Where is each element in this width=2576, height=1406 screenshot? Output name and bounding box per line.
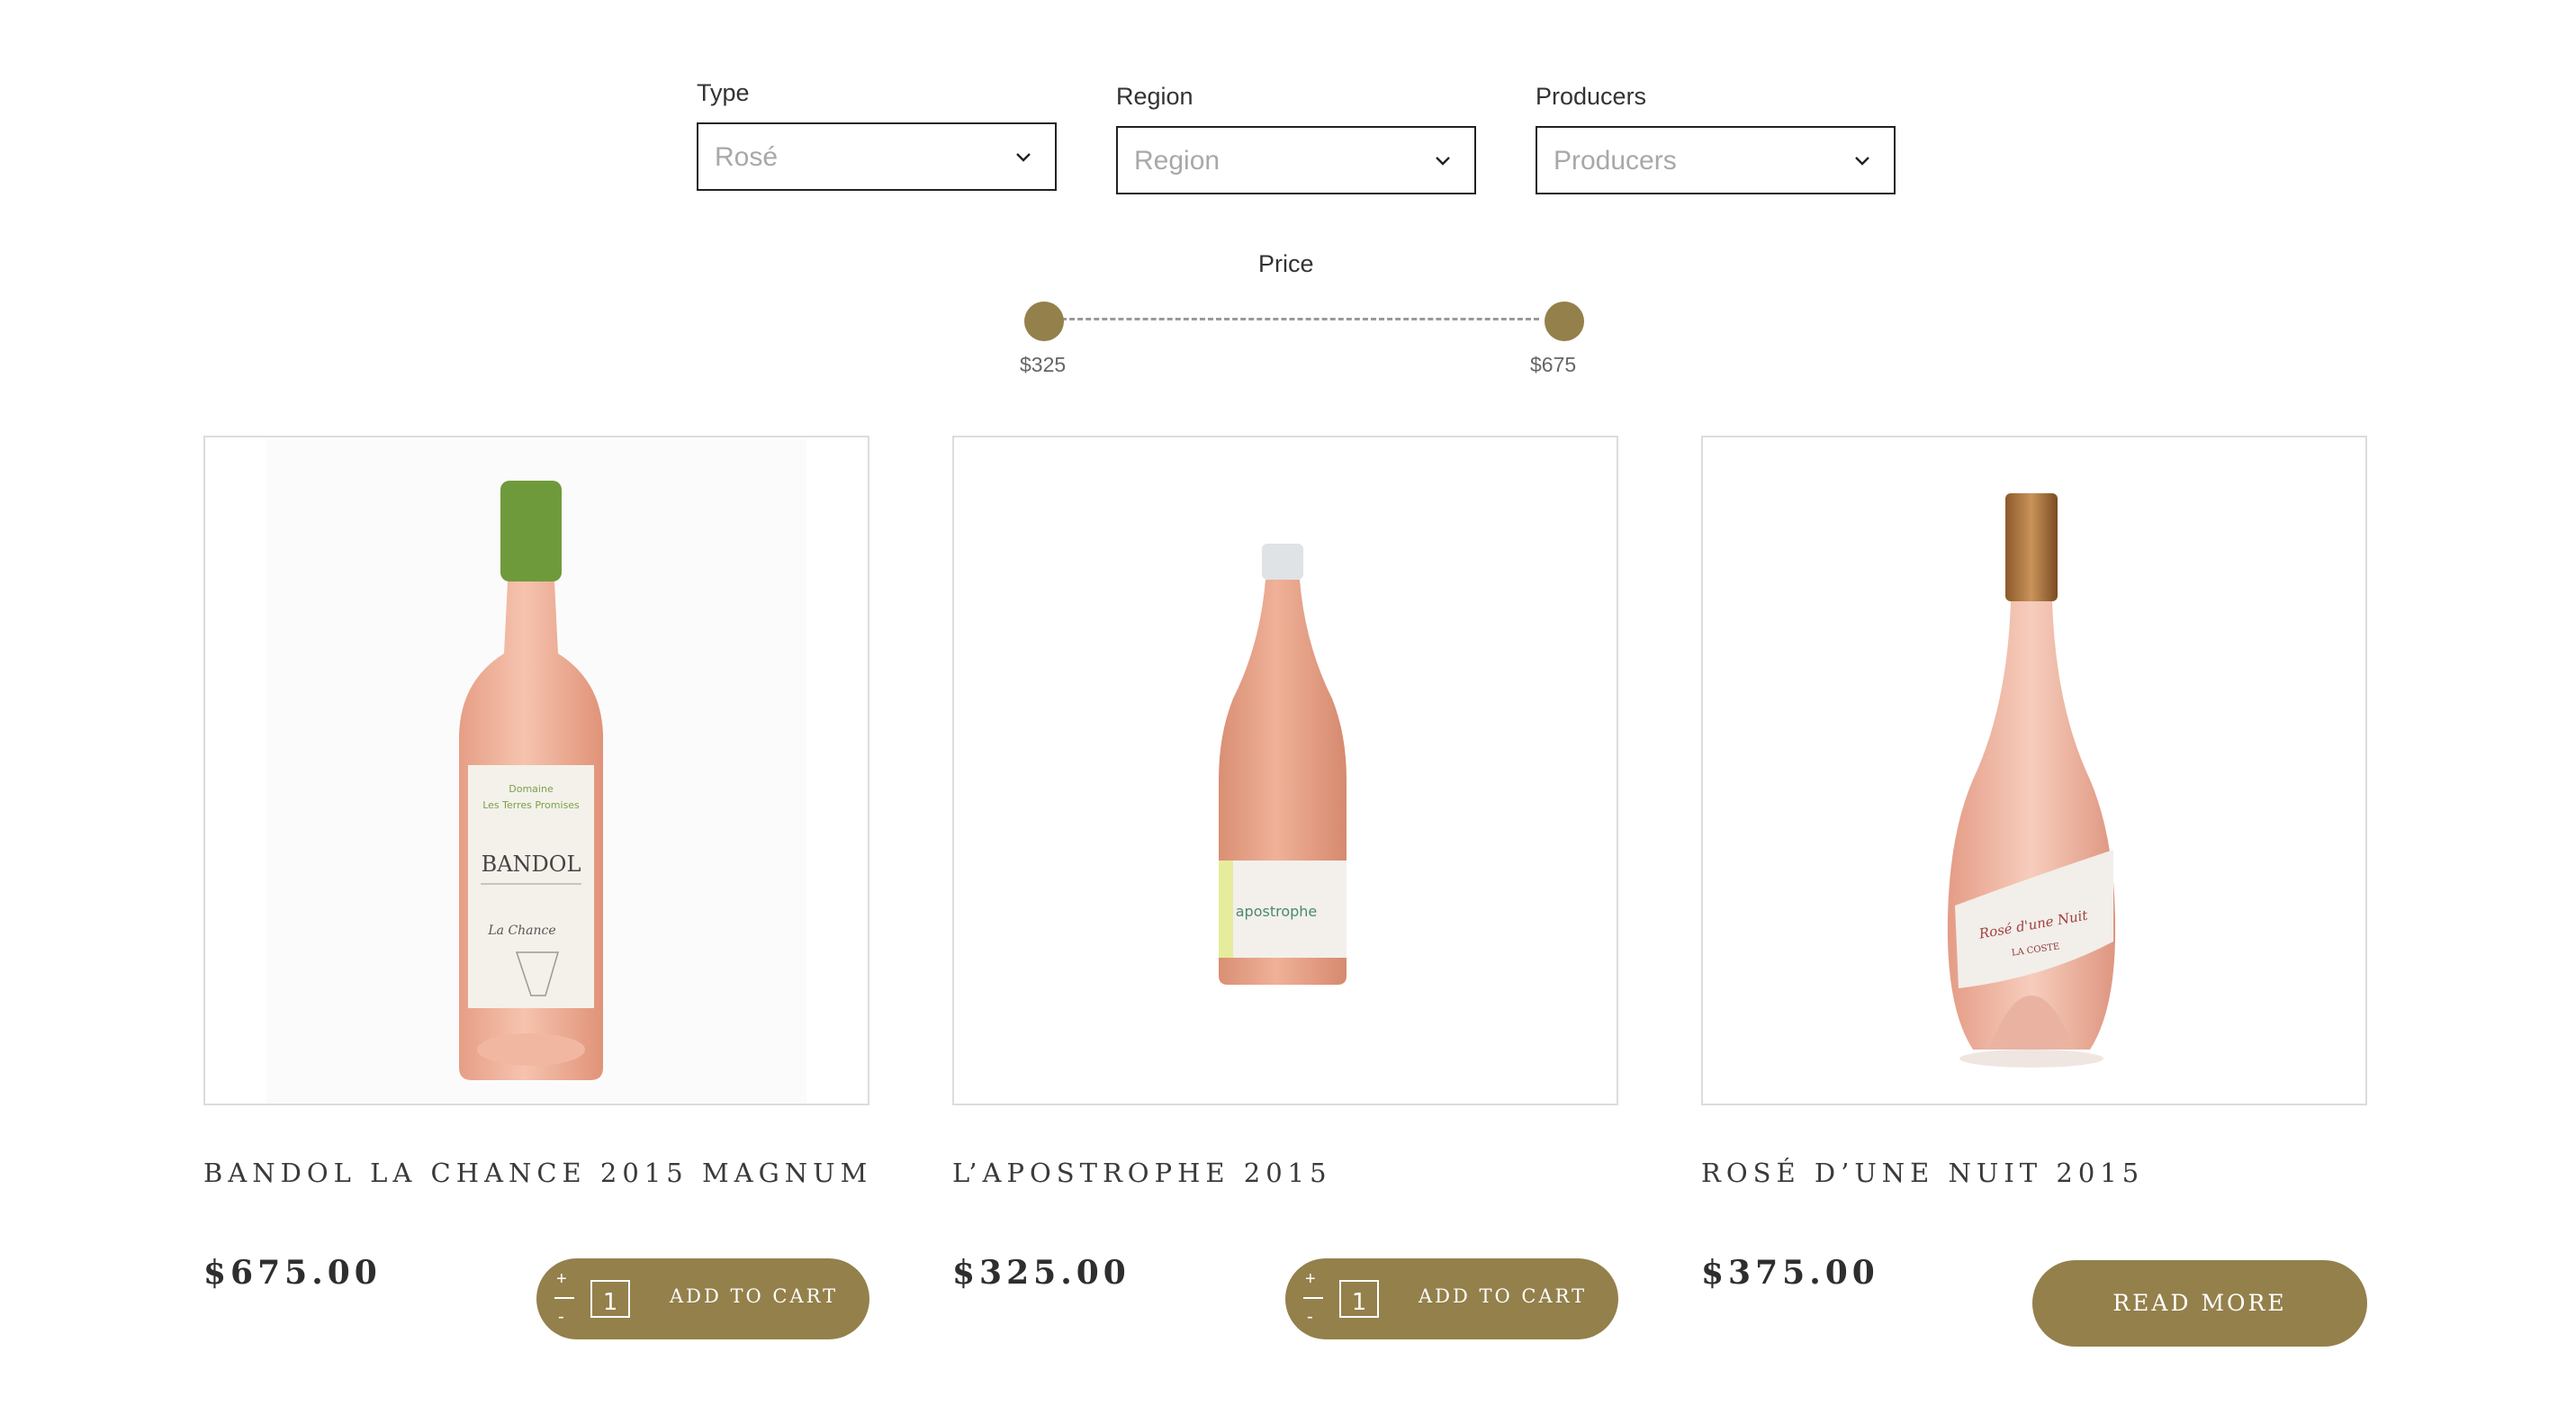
add-to-cart-control: + - 1 ADD TO CART [1285,1258,1618,1339]
wine-bottle-image: Rosé d'une Nuit LA COSTE [1947,493,2116,1068]
price-label: Price [1258,250,1314,277]
product-price: $375.00 [1701,1254,1879,1292]
add-to-cart-control: + - 1 ADD TO CART [536,1258,869,1339]
quantity-input[interactable]: 1 [590,1280,630,1318]
price-max-value: $675 [1530,353,1577,376]
product-image-bandol[interactable]: Domaine Les Terres Promises BANDOL La Ch… [203,436,869,1105]
product-image-rose-d-une-nuit[interactable]: Rosé d'une Nuit LA COSTE [1701,436,2367,1105]
stepper-divider [1303,1297,1323,1299]
product-title[interactable]: ROSÉ D’UNE NUIT 2015 [1701,1158,2144,1188]
producers-select[interactable]: Producers [1536,126,1896,194]
product-title[interactable]: BANDOL LA CHANCE 2015 MAGNUM [203,1158,872,1188]
wine-bottle-image: apostrophe [1219,544,1347,985]
bottle-label-text: La Chance [487,924,555,938]
price-slider-track[interactable] [1053,318,1539,320]
stepper-divider [554,1297,574,1299]
add-to-cart-button[interactable]: ADD TO CART [670,1285,838,1307]
add-to-cart-button[interactable]: ADD TO CART [1419,1285,1587,1307]
read-more-button[interactable]: READ MORE [2032,1260,2367,1347]
product-title[interactable]: L’APOSTROPHE 2015 [952,1158,1332,1188]
chevron-down-icon [1016,153,1031,162]
decrement-button[interactable]: - [558,1307,564,1328]
producers-filter-label: Producers [1536,83,1647,110]
chevron-down-icon [1436,157,1450,166]
region-select[interactable]: Region [1116,126,1476,194]
type-select[interactable]: Rosé [697,122,1057,191]
bottle-label-text: BANDOL [482,852,581,877]
type-select-value: Rosé [715,142,779,172]
bottle-label-text: Domaine [509,783,554,795]
bottle-label-text: Les Terres Promises [482,799,580,811]
type-filter-label: Type [697,79,750,106]
region-select-value: Region [1134,146,1220,176]
region-filter-label: Region [1116,83,1193,110]
price-min-handle[interactable] [1024,302,1064,341]
price-max-handle[interactable] [1545,302,1584,341]
product-price: $675.00 [203,1254,382,1292]
quantity-input[interactable]: 1 [1339,1280,1379,1318]
chevron-down-icon [1855,157,1869,166]
price-min-value: $325 [1020,353,1067,376]
decrement-button[interactable]: - [1307,1307,1313,1328]
product-image-apostrophe[interactable]: apostrophe [952,436,1618,1105]
bottle-label-text: apostrophe [1236,903,1318,920]
wine-bottle-image: Domaine Les Terres Promises BANDOL La Ch… [266,439,806,1104]
increment-button[interactable]: + [1305,1269,1316,1290]
product-price: $325.00 [952,1254,1130,1292]
increment-button[interactable]: + [556,1269,567,1290]
producers-select-value: Producers [1554,146,1677,176]
